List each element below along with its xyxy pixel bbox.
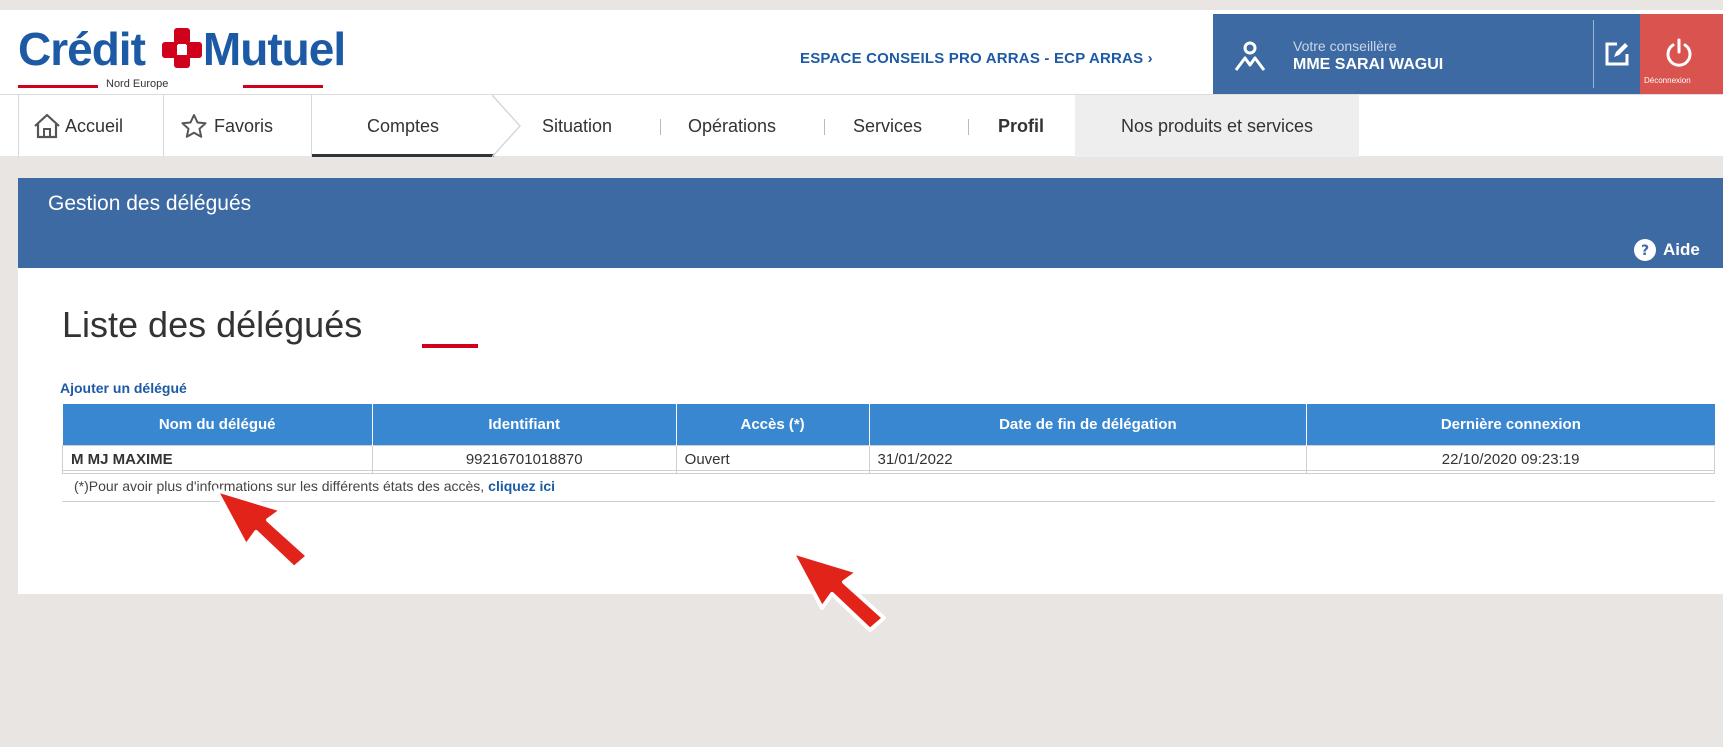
advisor-person-icon bbox=[1234, 41, 1266, 71]
nav-comptes[interactable]: Comptes bbox=[312, 95, 494, 157]
col-header-name[interactable]: Nom du délégué bbox=[62, 404, 373, 445]
nav-divider bbox=[968, 119, 969, 135]
svg-text:?: ? bbox=[1641, 243, 1649, 259]
add-delegate-link[interactable]: Ajouter un délégué bbox=[60, 380, 187, 396]
help-link[interactable]: ? Aide bbox=[1633, 238, 1700, 262]
nav-active-indicator bbox=[312, 154, 494, 157]
col-header-id[interactable]: Identifiant bbox=[372, 404, 677, 445]
delegate-end-date: 31/01/2022 bbox=[868, 444, 1308, 474]
delegate-last-login: 22/10/2020 09:23:19 bbox=[1306, 444, 1715, 474]
annotation-arrow-icon bbox=[214, 488, 310, 570]
edit-icon bbox=[1594, 14, 1640, 94]
table-header-row: Nom du délégué Identifiant Accès (*) Dat… bbox=[62, 404, 1715, 445]
logout-button[interactable]: Déconnexion bbox=[1640, 14, 1723, 94]
annotation-arrow-icon bbox=[790, 550, 886, 632]
col-header-access[interactable]: Accès (*) bbox=[676, 404, 870, 445]
home-icon bbox=[34, 113, 60, 139]
col-header-last-login[interactable]: Dernière connexion bbox=[1306, 404, 1715, 445]
delegate-id: 99216701018870 bbox=[371, 444, 677, 474]
nav-operations[interactable]: Opérations bbox=[688, 95, 776, 157]
advisor-role: Votre conseillère bbox=[1293, 38, 1397, 54]
nav-accueil[interactable]: Accueil bbox=[18, 95, 164, 157]
logo-subtitle: Nord Europe bbox=[18, 78, 323, 92]
nav-favoris[interactable]: Favoris bbox=[164, 95, 312, 157]
nav-chevron-separator bbox=[492, 95, 522, 157]
delegate-access: Ouvert bbox=[675, 444, 870, 474]
panel-title: Gestion des délégués bbox=[48, 192, 252, 215]
nav-divider bbox=[824, 119, 825, 135]
edit-message-button[interactable] bbox=[1594, 14, 1640, 94]
credit-mutuel-logo[interactable]: Crédit Mutuel Nord Europe bbox=[18, 18, 346, 90]
power-icon bbox=[1654, 38, 1704, 72]
star-icon bbox=[181, 114, 207, 138]
header-top-band bbox=[0, 0, 1723, 10]
main-nav: Accueil Favoris Comptes Situation Opérat… bbox=[0, 94, 1723, 157]
delegates-table: Nom du délégué Identifiant Accès (*) Dat… bbox=[62, 404, 1715, 474]
nav-divider bbox=[660, 119, 661, 135]
advisor-panel[interactable]: Votre conseillère MME SARAI WAGUI bbox=[1213, 14, 1603, 94]
espace-conseils-link[interactable]: ESPACE CONSEILS PRO ARRAS - ECP ARRAS › bbox=[800, 50, 1153, 67]
logo-cross-icon bbox=[162, 28, 202, 68]
title-accent-line bbox=[422, 344, 478, 348]
delegate-name-link[interactable]: M MJ MAXIME bbox=[62, 444, 373, 474]
nav-produits-services[interactable]: Nos produits et services bbox=[1075, 95, 1359, 157]
nav-situation[interactable]: Situation bbox=[542, 95, 612, 157]
logout-label: Déconnexion bbox=[1644, 76, 1691, 85]
access-info-link[interactable]: cliquez ici bbox=[488, 478, 555, 494]
help-label: Aide bbox=[1663, 240, 1700, 259]
panel-header: Gestion des délégués ? Aide bbox=[18, 178, 1723, 268]
help-icon: ? bbox=[1634, 239, 1656, 261]
nav-profil[interactable]: Profil bbox=[998, 95, 1044, 157]
page-title: Liste des délégués bbox=[62, 304, 363, 345]
col-header-end-date[interactable]: Date de fin de délégation bbox=[869, 404, 1308, 445]
nav-services[interactable]: Services bbox=[853, 95, 922, 157]
table-row: M MJ MAXIME 99216701018870 Ouvert 31/01/… bbox=[62, 444, 1715, 474]
advisor-name: MME SARAI WAGUI bbox=[1293, 56, 1444, 73]
